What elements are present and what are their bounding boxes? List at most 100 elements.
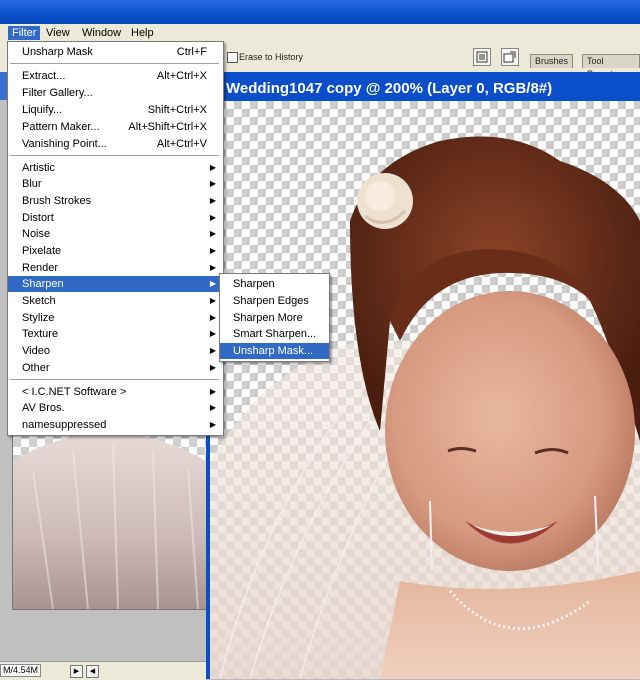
submenu-arrow-icon: ▶	[209, 263, 216, 272]
submenu-item-smart-sharpen[interactable]: Smart Sharpen...	[220, 326, 329, 342]
menu-item-liquify[interactable]: Liquify... Shift+Ctrl+X	[8, 102, 223, 118]
menu-item-blur[interactable]: Blur ▶	[8, 176, 223, 192]
filter-menu: Unsharp Mask Ctrl+F Extract... Alt+Ctrl+X …	[7, 41, 224, 436]
menu-item-render[interactable]: Render ▶	[8, 260, 223, 276]
document-title: Wedding1047 copy @ 200% (Layer 0, RGB/8#…	[226, 80, 553, 97]
menu-item-av-bros[interactable]: AV Bros. ▶	[8, 400, 223, 416]
submenu-arrow-icon: ▶	[209, 403, 216, 412]
menu-item-label: Blur	[22, 178, 42, 190]
submenu-arrow-icon: ▶	[209, 179, 216, 188]
submenu-item-sharpen-edges[interactable]: Sharpen Edges	[220, 293, 329, 309]
palette-icon	[476, 51, 488, 63]
menu-item-label: Pattern Maker...	[22, 121, 100, 133]
menu-item-filter-gallery[interactable]: Filter Gallery...	[8, 85, 223, 101]
submenu-arrow-icon: ▶	[209, 346, 216, 355]
menu-item-label: Texture	[22, 328, 59, 340]
submenu-arrow-icon: ▶	[209, 279, 216, 288]
palette-toggle-button[interactable]	[473, 48, 491, 66]
menu-item-other[interactable]: Other ▶	[8, 360, 223, 376]
menu-item-label: Sharpen	[22, 278, 64, 290]
erase-to-history-label: Erase to History	[239, 52, 304, 62]
tab-tool-presets[interactable]: Tool Presets	[582, 54, 640, 79]
submenu-item-label: Sharpen Edges	[233, 295, 309, 307]
image-canvas[interactable]	[210, 101, 640, 679]
status-bar: M/4.54M ▶ ◀	[0, 661, 206, 680]
menu-item-texture[interactable]: Texture ▶	[8, 326, 223, 342]
submenu-item-label: Smart Sharpen...	[233, 328, 317, 340]
menu-item-shortcut: Shift+Ctrl+X	[147, 104, 207, 116]
app-title-bar	[0, 0, 640, 24]
submenu-arrow-icon: ▶	[209, 213, 216, 222]
sharpen-submenu: Sharpen Sharpen Edges Sharpen More Smart…	[219, 273, 330, 362]
submenu-arrow-icon: ▶	[209, 329, 216, 338]
submenu-arrow-icon: ▶	[209, 196, 216, 205]
menu-item-unsharp-mask-last[interactable]: Unsharp Mask Ctrl+F	[8, 44, 223, 60]
submenu-arrow-icon: ▶	[209, 313, 216, 322]
menu-item-label: Unsharp Mask	[22, 46, 93, 58]
menu-item-label: Extract...	[22, 70, 66, 82]
menu-item-label: Other	[22, 362, 50, 374]
menu-item-brush-strokes[interactable]: Brush Strokes ▶	[8, 193, 223, 209]
menu-item-shortcut: Alt+Ctrl+V	[156, 138, 207, 150]
menu-item-artistic[interactable]: Artistic ▶	[8, 160, 223, 176]
menu-item-label: Noise	[22, 228, 51, 240]
menu-item-label: Pixelate	[22, 245, 62, 257]
menu-help[interactable]: Help	[127, 26, 158, 40]
menu-filter[interactable]: Filter	[8, 26, 41, 40]
menu-item-label: Video	[22, 345, 50, 357]
submenu-item-sharpen[interactable]: Sharpen	[220, 276, 329, 292]
menu-item-label: namesuppressed	[22, 419, 107, 431]
menu-window[interactable]: Window	[78, 26, 125, 40]
menu-item-label: Artistic	[22, 162, 55, 174]
menu-separator	[10, 63, 219, 64]
document-window: Wedding1047 copy @ 200% (Layer 0, RGB/8#…	[206, 72, 640, 679]
submenu-item-label: Sharpen	[233, 278, 275, 290]
file-browser-icon	[503, 51, 516, 63]
menu-item-label: Distort	[22, 212, 54, 224]
erase-to-history-checkbox[interactable]	[227, 52, 238, 63]
menu-item-sharpen[interactable]: Sharpen ▶	[8, 276, 223, 292]
menu-item-shortcut: Alt+Ctrl+X	[156, 70, 207, 82]
submenu-item-unsharp-mask[interactable]: Unsharp Mask...	[220, 343, 329, 359]
scroll-left-arrow-icon[interactable]: ◀	[86, 665, 99, 678]
submenu-arrow-icon: ▶	[209, 420, 216, 429]
menu-item-label: < I.C.NET Software >	[22, 386, 127, 398]
submenu-arrow-icon: ▶	[209, 296, 216, 305]
menu-separator	[10, 155, 219, 156]
submenu-arrow-icon: ▶	[209, 387, 216, 396]
menu-view[interactable]: View	[42, 26, 74, 40]
menu-separator	[10, 379, 219, 380]
menu-item-label: Filter Gallery...	[22, 87, 93, 99]
bride-photo	[210, 136, 640, 679]
menu-item-stylize[interactable]: Stylize ▶	[8, 310, 223, 326]
menu-item-sketch[interactable]: Sketch ▶	[8, 293, 223, 309]
submenu-arrow-icon: ▶	[209, 229, 216, 238]
submenu-arrow-icon: ▶	[209, 246, 216, 255]
menu-item-label: Render	[22, 262, 59, 274]
menu-item-label: Stylize	[22, 312, 55, 324]
menu-item-label: Liquify...	[22, 104, 63, 116]
submenu-arrow-icon: ▶	[209, 163, 216, 172]
file-browser-button[interactable]	[501, 48, 519, 66]
menu-item-shortcut: Ctrl+F	[176, 46, 207, 58]
navigator-thumbnail	[12, 430, 207, 610]
submenu-item-sharpen-more[interactable]: Sharpen More	[220, 310, 329, 326]
menu-item-noise[interactable]: Noise ▶	[8, 226, 223, 242]
submenu-item-label: Sharpen More	[233, 312, 303, 324]
menu-item-extract[interactable]: Extract... Alt+Ctrl+X	[8, 68, 223, 84]
menu-item-label: Sketch	[22, 295, 56, 307]
status-menu-arrow-icon[interactable]: ▶	[70, 665, 83, 678]
menu-item-pixelate[interactable]: Pixelate ▶	[8, 243, 223, 259]
tab-brushes[interactable]: Brushes	[530, 54, 574, 68]
menu-item-pattern-maker[interactable]: Pattern Maker... Alt+Shift+Ctrl+X	[8, 119, 223, 135]
submenu-item-label: Unsharp Mask...	[233, 345, 314, 357]
menu-item-video[interactable]: Video ▶	[8, 343, 223, 359]
menu-item-icnet-software[interactable]: < I.C.NET Software > ▶	[8, 384, 223, 400]
menu-item-namesuppressed[interactable]: namesuppressed ▶	[8, 417, 223, 433]
menu-item-label: Brush Strokes	[22, 195, 92, 207]
menu-item-label: AV Bros.	[22, 402, 65, 414]
menu-item-vanishing-point[interactable]: Vanishing Point... Alt+Ctrl+V	[8, 136, 223, 152]
menu-item-distort[interactable]: Distort ▶	[8, 210, 223, 226]
menu-item-shortcut: Alt+Shift+Ctrl+X	[128, 121, 207, 133]
thumbnail-image	[13, 431, 206, 609]
